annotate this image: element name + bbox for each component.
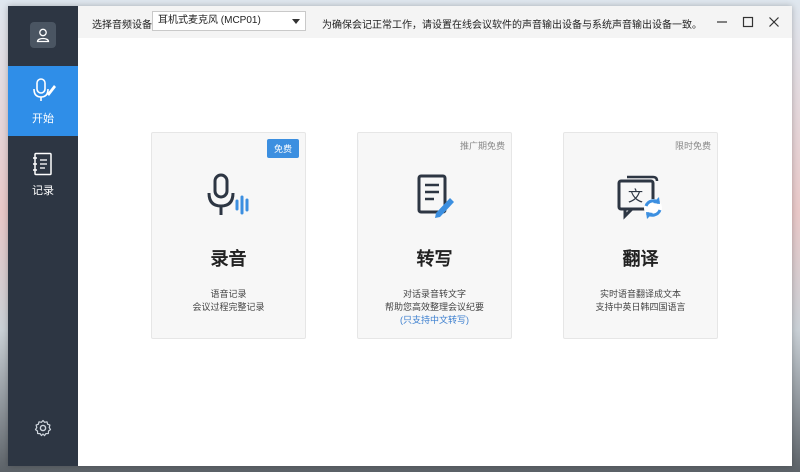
user-icon bbox=[36, 28, 50, 43]
card-desc-line: 实时语音翻译成文本 bbox=[599, 289, 681, 299]
doc-pen-icon bbox=[417, 174, 454, 218]
badge-free: 免费 bbox=[266, 139, 299, 158]
minimize-button[interactable] bbox=[714, 14, 730, 30]
card-desc-line: 会议过程完整记录 bbox=[192, 302, 265, 312]
translate-card[interactable]: 限时免费 文 翻译 实时语音翻译成文本 支持中英日韩四国语言 bbox=[563, 132, 718, 339]
device-hint-text: 为确保会记正常工作，请设置在线会议软件的声音输出设备与系统声音输出设备一致。 bbox=[322, 20, 702, 31]
record-card[interactable]: 免费 录音 语音记录 会议过程完整记录 bbox=[151, 132, 306, 339]
sidebar-item-label: 记录 bbox=[32, 185, 54, 197]
app-window: 开始 记录 选择音频设备 耳机式麦克风 (MCP01) 为确保会记正常工作，请设… bbox=[8, 6, 792, 466]
chevron-down-icon bbox=[292, 19, 300, 24]
user-avatar-button[interactable] bbox=[30, 22, 56, 48]
audio-device-select[interactable]: 耳机式麦克风 (MCP01) bbox=[152, 11, 306, 31]
badge-limited: 限时免费 bbox=[674, 141, 711, 151]
notebook-icon bbox=[33, 152, 52, 176]
sidebar-item-label: 开始 bbox=[32, 113, 54, 125]
maximize-button[interactable] bbox=[740, 14, 756, 30]
maximize-icon bbox=[742, 16, 754, 28]
mic-wave-icon bbox=[207, 173, 248, 215]
card-description: 对话录音转文字 帮助您高效整理会议纪要 (只支持中文转写) bbox=[358, 288, 511, 327]
card-desc-line: 语音记录 bbox=[210, 289, 247, 299]
card-title: 翻译 bbox=[622, 249, 659, 269]
mic-pen-icon bbox=[33, 78, 56, 101]
translate-icon: 文 bbox=[617, 175, 662, 220]
close-button[interactable] bbox=[766, 14, 782, 30]
top-bar: 选择音频设备 耳机式麦克风 (MCP01) 为确保会记正常工作，请设置在线会议软… bbox=[78, 6, 792, 38]
card-desc-line: 支持中英日韩四国语言 bbox=[595, 302, 686, 312]
gear-icon bbox=[34, 419, 52, 437]
card-description: 语音记录 会议过程完整记录 bbox=[152, 288, 305, 314]
card-title: 录音 bbox=[210, 249, 247, 269]
audio-device-value: 耳机式麦克风 (MCP01) bbox=[158, 15, 261, 26]
sidebar: 开始 记录 bbox=[8, 6, 78, 466]
device-label: 选择音频设备 bbox=[92, 20, 152, 31]
card-desc-line: 帮助您高效整理会议纪要 bbox=[384, 302, 484, 312]
minimize-icon bbox=[717, 21, 727, 23]
sidebar-item-start[interactable]: 开始 bbox=[8, 66, 78, 136]
card-desc-line: 对话录音转文字 bbox=[402, 289, 466, 299]
close-icon bbox=[769, 17, 779, 27]
svg-text:文: 文 bbox=[628, 187, 643, 205]
card-title: 转写 bbox=[416, 249, 453, 269]
card-description: 实时语音翻译成文本 支持中英日韩四国语言 bbox=[564, 288, 717, 314]
transcribe-card[interactable]: 推广期免费 转写 对话录音转文字 帮助您高效整理会议纪要 (只支持中文转写) bbox=[357, 132, 512, 339]
settings-button[interactable] bbox=[33, 418, 53, 438]
sidebar-item-records[interactable]: 记录 bbox=[8, 140, 78, 210]
card-note: (只支持中文转写) bbox=[400, 315, 469, 325]
badge-promo: 推广期免费 bbox=[459, 141, 505, 151]
